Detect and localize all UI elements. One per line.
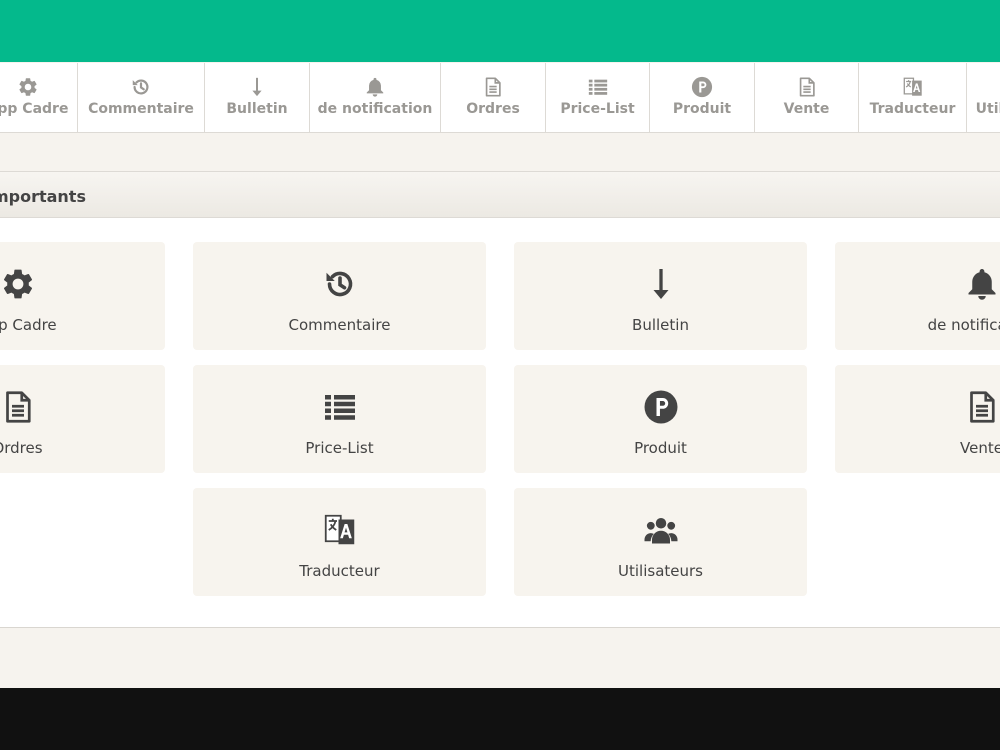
toolbar-item-label: Price-List: [560, 101, 635, 117]
history-icon: [78, 75, 204, 99]
section-header: Importants: [0, 171, 1000, 218]
tile-label: Utilisateurs: [618, 562, 703, 580]
toolbar-item-traducteur[interactable]: Traducteur: [859, 63, 967, 132]
top-bar: [0, 0, 1000, 62]
toolbar-item-bulletin[interactable]: Bulletin: [205, 63, 310, 132]
toolbar-item-label: Bulletin: [226, 101, 288, 117]
app-window: App Cadre Commentaire Bulletin de notifi…: [0, 0, 1000, 688]
toolbar-item-label: de notification: [317, 101, 433, 117]
p-circle-icon: [514, 387, 807, 427]
toolbar-item-notification[interactable]: de notification: [310, 63, 441, 132]
document-icon: [441, 75, 545, 99]
toolbar-item-label: Produit: [672, 101, 732, 117]
tile-grid: App Cadre Commentaire Bulletin de notifi…: [0, 218, 1000, 628]
tile-label: App Cadre: [0, 316, 57, 334]
tile-produit[interactable]: Produit: [514, 365, 807, 473]
tile-label: de notification: [927, 316, 1000, 334]
tile-label: Bulletin: [632, 316, 689, 334]
gear-icon: [0, 264, 165, 304]
tile-price-list[interactable]: Price-List: [193, 365, 486, 473]
translate-icon: [193, 510, 486, 550]
p-circle-icon: [650, 75, 754, 99]
tile-label: Produit: [634, 439, 687, 457]
toolbar-item-label: Traducteur: [869, 101, 956, 117]
spacer-band: [0, 133, 1000, 171]
bell-icon: [310, 75, 440, 99]
tile-label: Traducteur: [299, 562, 380, 580]
app-toolbar: App Cadre Commentaire Bulletin de notifi…: [0, 63, 1000, 133]
list-icon: [546, 75, 649, 99]
tile-notification[interactable]: de notification: [835, 242, 1000, 350]
toolbar-item-app-cadre[interactable]: App Cadre: [0, 63, 78, 132]
arrow-down-icon: [514, 264, 807, 304]
history-icon: [193, 264, 486, 304]
toolbar-item-label: Ordres: [466, 101, 520, 117]
tile-label: Ordres: [0, 439, 43, 457]
tile-label: Price-List: [305, 439, 374, 457]
tile-utilisateurs[interactable]: Utilisateurs: [514, 488, 807, 596]
toolbar-item-vente[interactable]: Vente: [755, 63, 859, 132]
toolbar-item-produit[interactable]: Produit: [650, 63, 755, 132]
document-icon: [755, 75, 858, 99]
gear-icon: [0, 75, 77, 99]
toolbar-item-commentaire[interactable]: Commentaire: [78, 63, 205, 132]
toolbar-item-label: Utilisateurs: [975, 101, 1000, 117]
toolbar-item-price-list[interactable]: Price-List: [546, 63, 650, 132]
tile-app-cadre[interactable]: App Cadre: [0, 242, 165, 350]
users-icon: [514, 510, 807, 550]
translate-icon: [859, 75, 966, 99]
toolbar-item-label: App Cadre: [0, 101, 69, 117]
toolbar-item-label: Vente: [783, 101, 830, 117]
footer-band: [0, 628, 1000, 688]
tile-bulletin[interactable]: Bulletin: [514, 242, 807, 350]
toolbar-item-label: Commentaire: [88, 101, 194, 117]
toolbar-item-ordres[interactable]: Ordres: [441, 63, 546, 132]
document-icon: [0, 387, 165, 427]
tile-traducteur[interactable]: Traducteur: [193, 488, 486, 596]
arrow-down-icon: [205, 75, 309, 99]
document-icon: [835, 387, 1000, 427]
section-title: Importants: [0, 187, 86, 206]
tile-vente[interactable]: Vente: [835, 365, 1000, 473]
tile-label: Vente: [960, 439, 1000, 457]
tile-label: Commentaire: [288, 316, 391, 334]
bell-icon: [835, 264, 1000, 304]
tile-commentaire[interactable]: Commentaire: [193, 242, 486, 350]
tile-ordres[interactable]: Ordres: [0, 365, 165, 473]
list-icon: [193, 387, 486, 427]
users-icon: [967, 75, 1000, 99]
toolbar-item-utilisateurs[interactable]: Utilisateurs: [967, 63, 1000, 132]
